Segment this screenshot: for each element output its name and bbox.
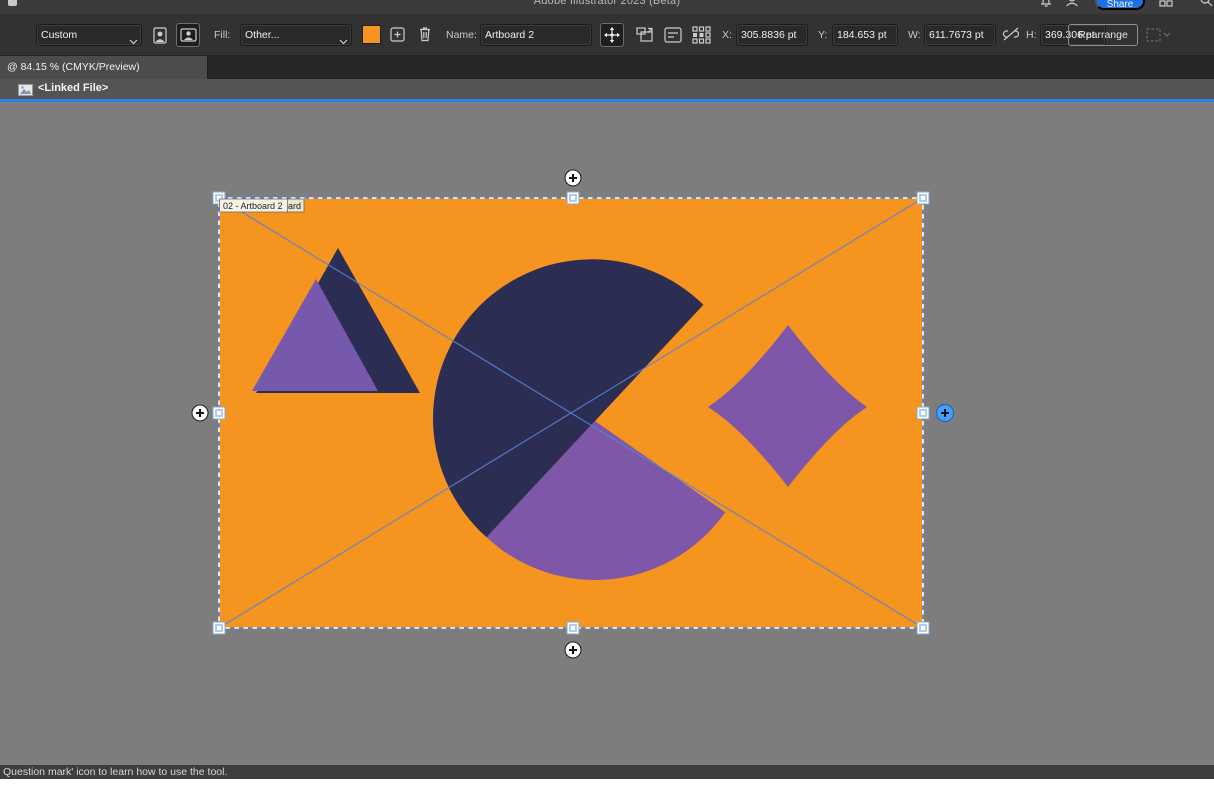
move-with-artwork-icon [1146,27,1170,48]
screenshot-bottom-margin [0,779,1214,790]
search-icon[interactable] [1198,0,1214,8]
add-artboard-right-button[interactable] [937,405,954,422]
new-artboard-icon[interactable] [390,27,405,45]
artboard-name-input[interactable]: Artboard 2 [480,24,592,46]
workspace-grid-icon[interactable] [1158,0,1174,8]
context-bar: <Linked File> [0,79,1214,99]
preset-select[interactable]: Custom [36,24,142,46]
statusbar: Question mark' icon to learn how to use … [0,765,1214,779]
bell-icon[interactable] [1038,0,1054,8]
canvas-area[interactable]: ard 02 - Artboard 2 [0,102,1214,765]
artboard-options-toolbar: Custom Fill: Other... Name: Ar [0,14,1214,56]
document-tabbar: @ 84.15 % (CMYK/Preview) [0,56,1214,79]
h-label: H: [1026,29,1037,41]
window-title: Adobe Illustrator 2023 (Beta) [0,0,1214,7]
user-icon[interactable] [1064,0,1080,8]
delete-artboard-trash-icon[interactable] [418,26,432,45]
artboard-grid-options-icon[interactable] [692,26,711,47]
titlebar: Adobe Illustrator 2023 (Beta) Share [0,0,1214,14]
fill-select[interactable]: Other... [240,24,352,46]
add-artboard-top-button[interactable] [565,170,581,186]
artboard-name-tag[interactable]: ard 02 - Artboard 2 [220,199,305,212]
fill-color-swatch[interactable] [362,25,381,49]
name-label: Name: [446,29,477,41]
y-input[interactable]: 184.653 pt [832,24,898,46]
w-input[interactable]: 611.7673 pt [924,24,996,46]
resize-artboard-icon[interactable] [636,27,654,46]
unlink-dimensions-icon[interactable] [1002,27,1020,44]
fill-value: Other... [245,29,279,41]
active-document-tab[interactable]: @ 84.15 % (CMYK/Preview) [0,56,208,79]
move-artboard-tool-button[interactable] [600,23,624,47]
rearrange-button[interactable]: Rearrange [1068,24,1138,46]
add-artboard-bottom-button[interactable] [565,642,581,658]
preset-value: Custom [41,29,77,41]
share-button[interactable]: Share [1095,0,1145,10]
chevron-down-icon [339,32,348,46]
svg-text:ard: ard [288,201,301,211]
add-artboard-left-button[interactable] [192,405,208,421]
artboard-properties-icon[interactable] [664,27,682,46]
portrait-orientation-button[interactable] [148,23,172,47]
svg-text:02 - Artboard 2: 02 - Artboard 2 [223,201,283,211]
illustrator-window: Adobe Illustrator 2023 (Beta) Share Cust… [0,0,1214,790]
w-label: W: [908,29,921,41]
linked-file-label[interactable]: <Linked File> [38,82,108,94]
status-message: Question mark' icon to learn how to use … [3,766,227,778]
x-input[interactable]: 305.8836 pt [736,24,808,46]
chevron-down-icon [129,32,138,46]
landscape-orientation-button[interactable] [176,23,200,47]
x-label: X: [722,29,732,41]
y-label: Y: [818,29,827,41]
fill-label: Fill: [214,29,230,41]
